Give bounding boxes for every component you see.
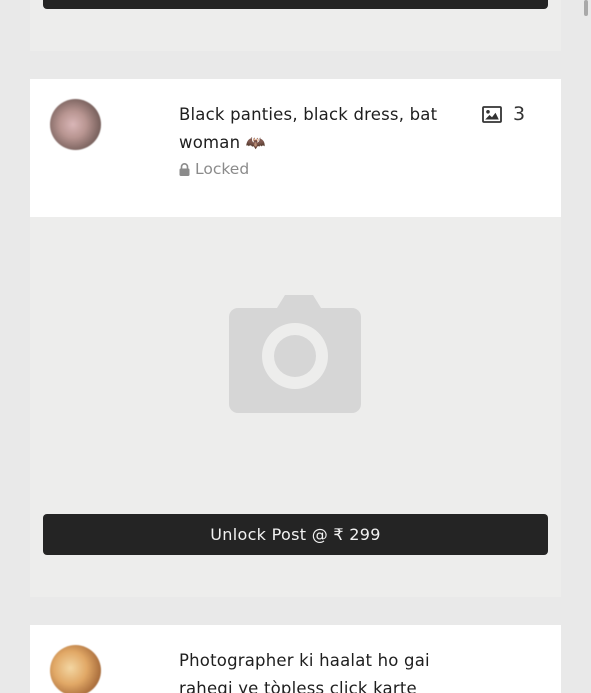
unlock-post-button[interactable]: Unlock Post @ ₹ 299 <box>43 514 548 555</box>
next-post-card: Photographer ki haalat ho gai rahegi ye … <box>30 625 561 693</box>
post-card: Black panties, black dress, bat woman 🦇 … <box>30 79 561 597</box>
post-header: Black panties, black dress, bat woman 🦇 … <box>30 79 561 217</box>
post-title-text: Black panties, black dress, bat woman <box>179 105 438 152</box>
lock-icon <box>179 162 190 176</box>
next-post-title: Photographer ki haalat ho gai rahegi ye … <box>179 651 430 693</box>
media-count: 3 <box>482 103 525 125</box>
image-icon <box>482 105 502 123</box>
locked-label: Locked <box>195 160 250 178</box>
previous-post-card <box>30 0 561 51</box>
camera-icon <box>229 294 361 413</box>
avatar[interactable] <box>50 645 101 693</box>
avatar[interactable] <box>50 99 101 150</box>
locked-preview <box>30 217 561 499</box>
locked-status: Locked <box>179 160 249 178</box>
media-count-value: 3 <box>513 103 526 125</box>
bat-emoji: 🦇 <box>245 133 266 152</box>
post-title: Black panties, black dress, bat woman 🦇 <box>179 101 469 157</box>
scrollbar[interactable] <box>584 0 588 16</box>
previous-unlock-button[interactable] <box>43 0 548 9</box>
